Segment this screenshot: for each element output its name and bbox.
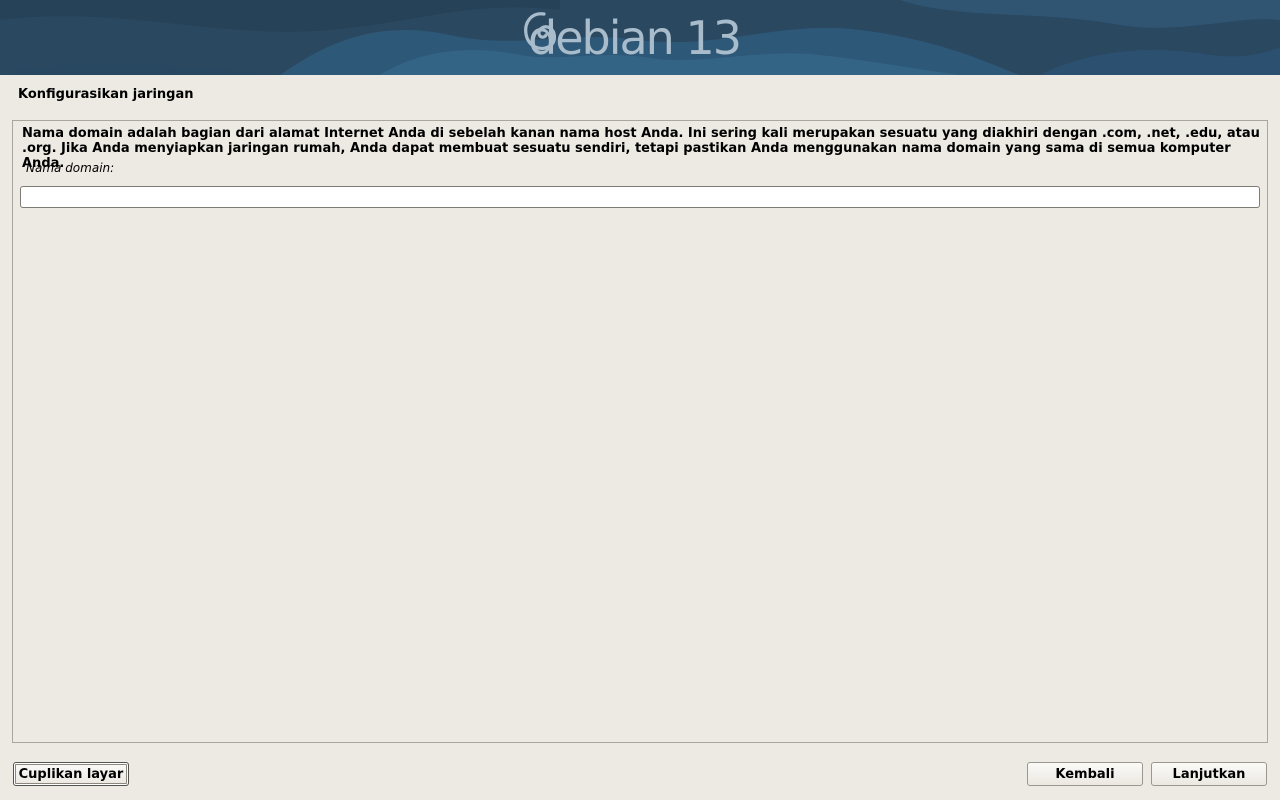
- debian-logo: debian 13: [520, 8, 742, 68]
- header-banner: debian 13: [0, 0, 1280, 75]
- back-button[interactable]: Kembali: [1027, 762, 1143, 786]
- continue-button[interactable]: Lanjutkan: [1151, 762, 1267, 786]
- description-text: Nama domain adalah bagian dari alamat In…: [22, 126, 1260, 171]
- domain-name-input[interactable]: [20, 186, 1260, 208]
- domain-name-label: Nama domain:: [26, 161, 115, 175]
- debian-swirl-icon: [524, 12, 557, 50]
- content-frame: Nama domain adalah bagian dari alamat In…: [12, 120, 1268, 743]
- screenshot-button[interactable]: Cuplikan layar: [13, 762, 129, 786]
- page-title: Konfigurasikan jaringan: [18, 87, 194, 102]
